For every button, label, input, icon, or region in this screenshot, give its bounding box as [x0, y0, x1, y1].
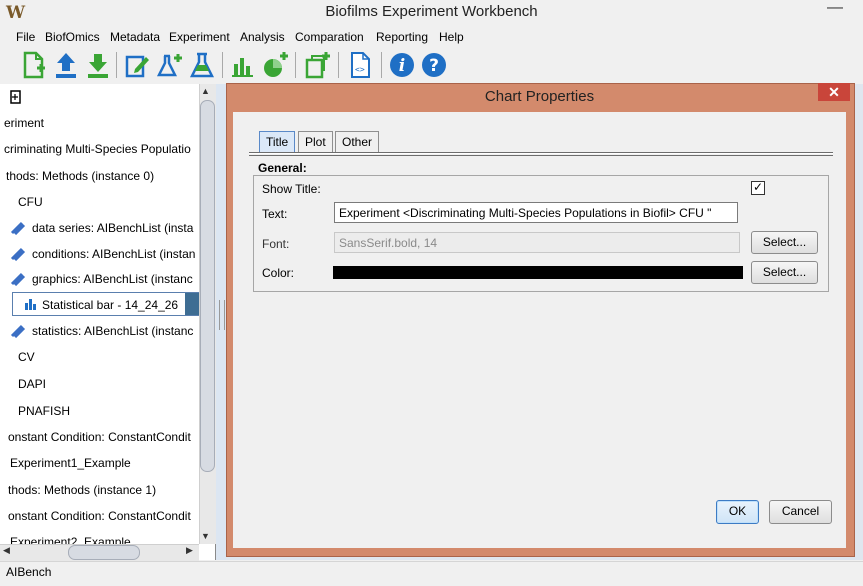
link-icon [10, 272, 26, 286]
tree-item[interactable]: eriment [4, 112, 44, 134]
toolbar-separator [295, 52, 296, 78]
tree-item-label: Statistical bar - 14_24_26 [42, 298, 179, 312]
scroll-right-icon[interactable]: ▶ [186, 545, 193, 556]
menu-reporting[interactable]: Reporting [376, 30, 428, 44]
tab-divider [249, 155, 833, 156]
split-handle-grip[interactable] [219, 300, 225, 330]
toolbar: <> i ? [8, 48, 863, 82]
help-icon[interactable]: ? [420, 50, 448, 80]
status-text: AIBench [6, 565, 52, 579]
xml-file-icon[interactable]: <> [346, 50, 374, 80]
menu-metadata[interactable]: Metadata [110, 30, 160, 44]
cancel-button[interactable]: Cancel [769, 500, 832, 524]
menu-bar: File BiofOmics Metadata Experiment Analy… [8, 29, 863, 47]
tree-item-statistics[interactable]: statistics: AIBenchList (instanc [10, 320, 210, 342]
status-bar [0, 561, 863, 586]
dialog-title: Chart Properties [484, 88, 595, 105]
experiment-flask-icon[interactable] [188, 50, 216, 80]
scroll-up-icon[interactable]: ▲ [201, 86, 210, 96]
tree-item[interactable]: Experiment1_Example [10, 452, 131, 474]
menu-analysis[interactable]: Analysis [240, 30, 285, 44]
tab-other[interactable]: Other [335, 131, 380, 152]
menu-file[interactable]: File [16, 30, 35, 44]
tree-item-statistical-bar-selected[interactable]: Statistical bar - 14_24_26 [12, 292, 199, 316]
font-label: Font: [262, 237, 290, 251]
selection-marker [185, 293, 199, 315]
tree-item-cv[interactable]: CV [18, 346, 35, 368]
link-icon [10, 221, 26, 235]
show-title-label: Show Title: [262, 182, 321, 196]
menu-help[interactable]: Help [439, 30, 464, 44]
project-tree: eriment criminating Multi-Species Popula… [0, 84, 216, 560]
root-icon [10, 90, 21, 104]
menu-comparation[interactable]: Comparation [295, 30, 364, 44]
add-pie-chart-icon[interactable] [261, 50, 289, 80]
tree-item-conditions[interactable]: conditions: AIBenchList (instan [10, 243, 210, 265]
bar-chart-icon [25, 299, 36, 310]
color-select-button[interactable]: Select... [751, 261, 818, 284]
tree-vertical-scroll-thumb[interactable] [200, 100, 215, 472]
link-icon [10, 247, 26, 261]
tree-item[interactable]: onstant Condition: ConstantCondit [8, 426, 191, 448]
tree-item-graphics[interactable]: graphics: AIBenchList (instanc [10, 268, 210, 290]
color-label: Color: [262, 266, 295, 280]
tree-item-label: statistics: AIBenchList (instanc [32, 324, 194, 338]
tree-item-data-series[interactable]: data series: AIBenchList (insta [10, 217, 210, 239]
new-document-icon[interactable] [20, 50, 48, 80]
tree-item-label: graphics: AIBenchList (instanc [32, 272, 193, 286]
tree-item-cfu[interactable]: CFU [18, 191, 43, 213]
minimize-button[interactable]: — [815, 0, 855, 22]
tree-item-label: data series: AIBenchList (insta [32, 221, 194, 235]
add-experiment-icon[interactable] [156, 50, 184, 80]
menu-biofomics[interactable]: BiofOmics [45, 30, 100, 44]
tree-item[interactable]: thods: Methods (instance 0) [6, 165, 154, 187]
menu-experiment[interactable]: Experiment [169, 30, 230, 44]
bar-chart-icon[interactable] [229, 50, 257, 80]
close-icon[interactable]: ✕ [818, 83, 850, 101]
title-text-input[interactable] [334, 202, 738, 223]
tree-item-dapi[interactable]: DAPI [18, 373, 46, 395]
show-title-checkbox[interactable]: ✓ [751, 181, 765, 195]
font-select-button[interactable]: Select... [751, 231, 818, 254]
download-icon[interactable] [84, 50, 112, 80]
tree-item[interactable]: thods: Methods (instance 1) [8, 479, 156, 501]
tree-item-label: conditions: AIBenchList (instan [32, 247, 196, 261]
info-icon[interactable]: i [388, 50, 416, 80]
add-copy-icon[interactable] [304, 50, 332, 80]
tree-item-pnafish[interactable]: PNAFISH [18, 400, 70, 422]
font-field: SansSerif.bold, 14 [334, 232, 740, 253]
ok-button[interactable]: OK [716, 500, 759, 524]
edit-icon[interactable] [123, 50, 151, 80]
tree-item[interactable]: onstant Condition: ConstantCondit [8, 505, 191, 527]
svg-text:i: i [399, 56, 405, 76]
scroll-down-icon[interactable]: ▼ [201, 531, 210, 541]
tree-horizontal-scroll-thumb[interactable] [68, 545, 140, 560]
tab-divider [249, 152, 833, 154]
svg-text:<>: <> [355, 65, 365, 74]
link-icon [10, 324, 26, 338]
toolbar-separator [116, 52, 117, 78]
text-label: Text: [262, 207, 288, 221]
toolbar-separator [338, 52, 339, 78]
tab-plot[interactable]: Plot [298, 131, 333, 152]
window-title: Biofilms Experiment Workbench [325, 3, 538, 20]
general-section-label: General: [258, 161, 307, 175]
scroll-left-icon[interactable]: ◀ [3, 545, 10, 556]
tree-item[interactable]: criminating Multi-Species Populatio [4, 138, 191, 160]
svg-text:?: ? [429, 56, 439, 76]
upload-icon[interactable] [52, 50, 80, 80]
color-swatch [333, 266, 743, 279]
tab-title[interactable]: Title [259, 131, 296, 152]
toolbar-separator [222, 52, 223, 78]
toolbar-separator [381, 52, 382, 78]
